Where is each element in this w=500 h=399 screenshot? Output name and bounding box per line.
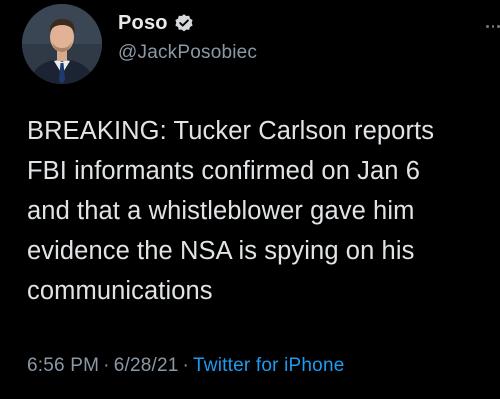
tweet-date[interactable]: 6/28/21 xyxy=(114,355,179,376)
tweet-text-line: and that a whistleblower gave him xyxy=(27,197,415,225)
author-identity: Poso @JackPosobiec xyxy=(118,10,257,64)
verified-badge-icon xyxy=(174,13,194,33)
tweet-text-line: communications xyxy=(27,277,213,305)
avatar-photo-icon xyxy=(22,4,102,84)
tweet-text: BREAKING: Tucker Carlson reports FBI inf… xyxy=(27,111,492,311)
more-dot xyxy=(491,24,495,28)
tweet-text-line: evidence the NSA is spying on his xyxy=(27,237,415,265)
author-display-name[interactable]: Poso xyxy=(118,12,168,35)
meta-separator: · xyxy=(103,355,110,376)
tweet-source-link[interactable]: Twitter for iPhone xyxy=(193,355,344,376)
tweet-meta: 6:56 PM · 6/28/21 · Twitter for iPhone xyxy=(27,355,344,377)
avatar[interactable] xyxy=(22,4,102,84)
more-dot xyxy=(486,24,489,28)
meta-separator: · xyxy=(182,355,190,376)
author-name-row: Poso xyxy=(118,10,257,36)
author-handle[interactable]: @JackPosobiec xyxy=(118,42,257,64)
tweet-time[interactable]: 6:56 PM xyxy=(27,355,99,376)
more-options-icon[interactable] xyxy=(486,16,500,36)
tweet-text-line: FBI informants confirmed on Jan 6 xyxy=(27,157,421,185)
tweet-detail: Poso @JackPosobiec BREAKING: Tucker Carl… xyxy=(0,0,500,399)
tweet-text-line: BREAKING: Tucker Carlson reports xyxy=(27,117,435,145)
